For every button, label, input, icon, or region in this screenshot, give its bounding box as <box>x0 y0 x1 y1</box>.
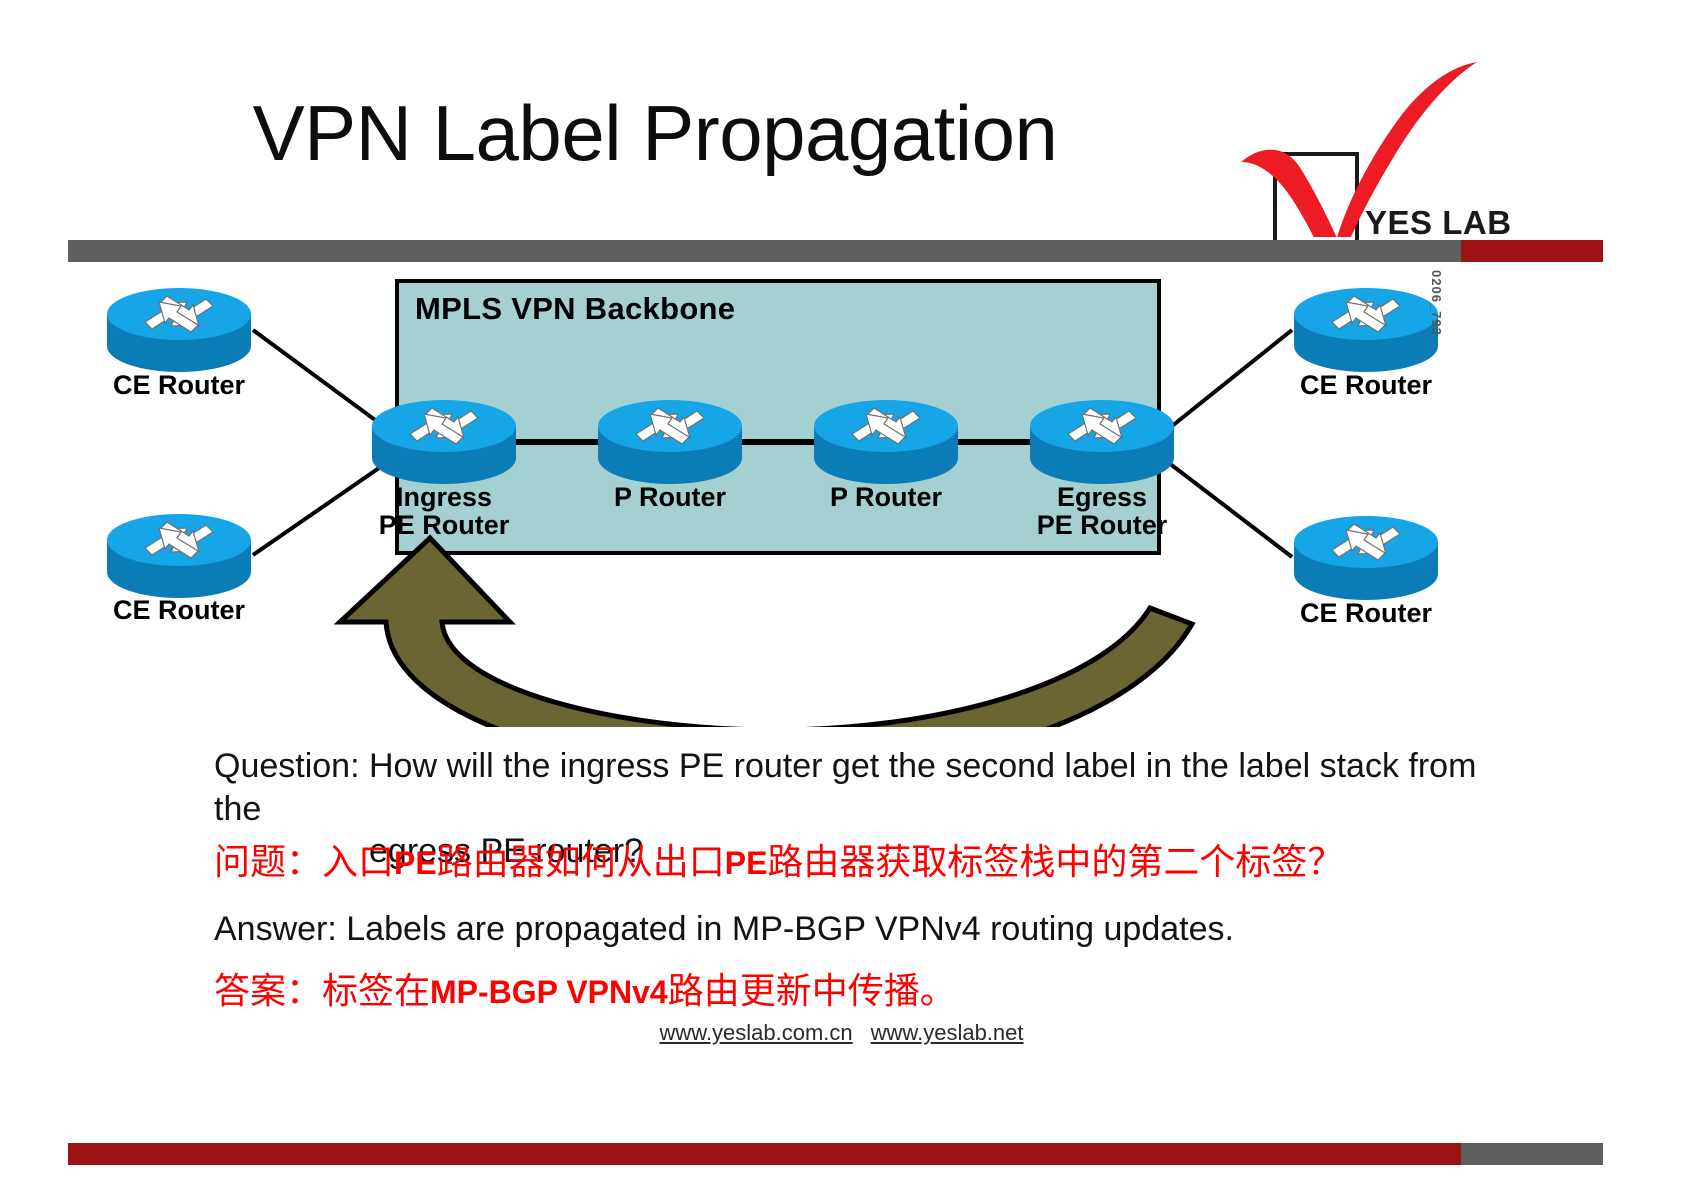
answer-chinese-part2: 路由更新中传播。 <box>667 971 956 1011</box>
question-chinese-part1: 问题：入口 <box>214 842 395 882</box>
question-chinese-part2: 路由器如何从出口 <box>436 842 725 882</box>
header-rule-grey <box>68 240 1461 262</box>
answer-chinese: 答案：标签在MP-BGP VPNv4路由更新中传播。 <box>214 962 956 1014</box>
footer-rule-red <box>68 1143 1461 1165</box>
router-icon-p-router-2 <box>812 396 960 488</box>
answer-english: Answer: Labels are propagated in MP-BGP … <box>214 910 1234 948</box>
answer-chinese-latin: MP-BGP VPNv4 <box>430 974 668 1010</box>
router-label-ce-bottom-right: CE Router <box>1299 598 1432 628</box>
label-propagation-arrow <box>333 534 1196 727</box>
page-title: VPN Label Propagation <box>252 89 1058 177</box>
header-rule-red <box>1461 240 1603 262</box>
question-chinese: 问题：入口PE路由器如何从出口PE路由器获取标签栈中的第二个标签？ <box>214 833 1343 885</box>
footer-links: www.yeslab.com.cn www.yeslab.net <box>0 1020 1683 1046</box>
question-chinese-latin1: PE <box>394 845 437 881</box>
logo-text: YES LAB <box>1365 204 1512 241</box>
answer-chinese-part1: 答案：标签在 <box>214 971 431 1011</box>
router-label-p-router-1: P Router <box>613 482 727 512</box>
footer-rule-grey <box>1461 1143 1603 1165</box>
question-english-line1: Question: How will the ingress PE router… <box>214 747 1477 828</box>
source-code-label: 0206_793 <box>1429 270 1444 336</box>
router-icon-ce-bottom-right <box>1292 512 1440 604</box>
router-label-egress-pe-line1: Egress <box>1056 482 1148 512</box>
router-label-ce-bottom-left: CE Router <box>112 595 245 625</box>
question-chinese-part3: 路由器获取标签栈中的第二个标签？ <box>767 842 1344 882</box>
router-icon-ce-top-right <box>1292 284 1440 376</box>
router-icon-egress-pe <box>1028 396 1176 488</box>
router-icon-ingress-pe <box>370 396 518 488</box>
router-label-ingress-pe-line1: Ingress <box>395 482 493 512</box>
router-icon-ce-top-left <box>105 284 253 376</box>
router-label-ce-top-right: CE Router <box>1299 370 1432 400</box>
router-icon-ce-bottom-left <box>105 510 253 602</box>
router-label-ingress-pe-line2: PE Router <box>378 510 510 540</box>
router-icon-p-router-1 <box>596 396 744 488</box>
yeslab-logo: YES LAB <box>1233 62 1523 252</box>
footer-link-yeslab-com-cn[interactable]: www.yeslab.com.cn <box>659 1020 852 1045</box>
router-label-ce-top-left: CE Router <box>112 370 245 400</box>
router-label-p-router-2: P Router <box>829 482 943 512</box>
footer-link-yeslab-net[interactable]: www.yeslab.net <box>871 1020 1024 1045</box>
question-chinese-latin2: PE <box>724 845 768 881</box>
router-label-egress-pe-line2: PE Router <box>1036 510 1168 540</box>
